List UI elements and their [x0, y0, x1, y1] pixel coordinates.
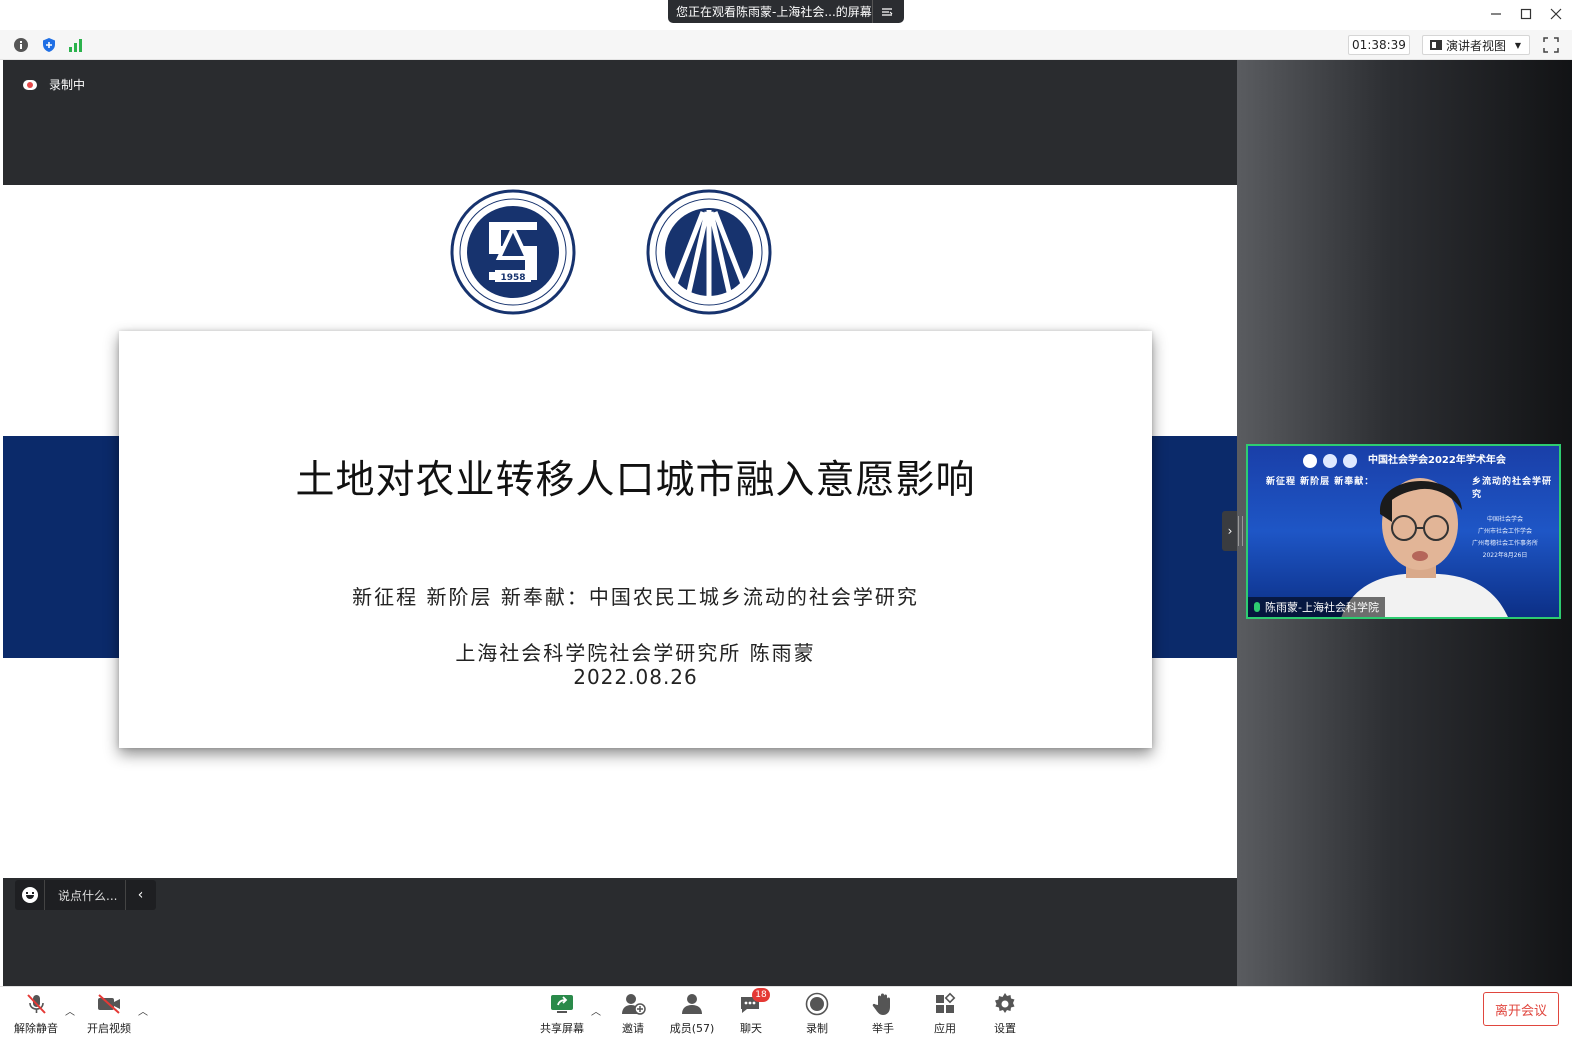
mic-muted-icon [23, 991, 49, 1017]
comment-placeholder[interactable]: 说点什么... [45, 887, 125, 904]
slide-title: 土地对农业转移人口城市融入意愿影响 [295, 458, 976, 503]
apps-label: 应用 [934, 1022, 956, 1035]
settings-label: 设置 [994, 1022, 1016, 1035]
unmute-label: 解除静音 [14, 1022, 58, 1035]
audio-options-caret-icon[interactable]: ︿ [65, 1003, 75, 1018]
emoji-icon[interactable] [15, 880, 45, 910]
meeting-info-toolbar [0, 30, 1572, 60]
invite-button[interactable]: 邀请 [614, 991, 652, 1037]
view-mode-label: 演讲者视图 [1446, 38, 1507, 53]
share-banner[interactable]: 您正在观看陈雨蒙-上海社会...的屏幕 [668, 0, 904, 23]
institute-of-sociology-logo [645, 188, 773, 316]
collapse-panel-chevron-icon[interactable]: › [1222, 511, 1238, 551]
members-label: 成员(57) [669, 1022, 715, 1035]
view-mode-dropdown[interactable]: 演讲者视图 ▼ [1422, 35, 1530, 55]
share-options-caret-icon[interactable]: ︿ [591, 1003, 601, 1018]
title-bar: 您正在观看陈雨蒙-上海社会...的屏幕 [0, 0, 1572, 30]
share-banner-text: 您正在观看陈雨蒙-上海社会...的屏幕 [676, 5, 872, 19]
signal-strength-icon[interactable] [68, 37, 84, 53]
chevron-down-icon: ▼ [1514, 40, 1521, 50]
record-icon [804, 991, 830, 1017]
record-label: 录制 [806, 1022, 828, 1035]
slide-subtitle: 新征程 新阶层 新奉献：中国农民工城乡流动的社会学研究 [352, 585, 919, 609]
security-shield-icon[interactable] [41, 37, 57, 53]
mic-active-icon [1254, 602, 1260, 612]
chat-label: 聊天 [740, 1022, 762, 1035]
invite-user-icon [620, 991, 646, 1017]
participant-video-image [1341, 478, 1508, 617]
members-button[interactable]: 成员(57) [668, 991, 716, 1037]
close-icon[interactable] [1546, 4, 1566, 24]
participant-video-tile[interactable]: 中国社会学会2022年学术年会 新征程 新阶层 新奉献： 乡流动的社会学研究 中… [1246, 444, 1561, 619]
share-screen-label: 共享屏幕 [540, 1022, 584, 1035]
start-video-button[interactable]: 开启视频 [84, 991, 134, 1037]
maximize-icon[interactable] [1516, 4, 1536, 24]
meeting-controls-bar: 解除静音 ︿ 开启视频 ︿ 共享屏幕 ︿ 邀请 成员(57) 聊天 录制 举手 … [0, 986, 1572, 1039]
speaker-view-icon [1430, 40, 1442, 50]
chat-unread-badge: 18 [752, 988, 770, 1002]
recording-label: 录制中 [49, 78, 86, 92]
minimize-icon[interactable] [1486, 4, 1506, 24]
chevron-left-icon[interactable]: ‹ [125, 880, 155, 910]
settings-button[interactable]: 设置 [990, 991, 1020, 1037]
share-screen-icon [549, 991, 575, 1017]
video-off-icon [96, 991, 122, 1017]
slide-title-card: 土地对农业转移人口城市融入意愿影响 新征程 新阶层 新奉献：中国农民工城乡流动的… [119, 331, 1152, 748]
apps-button[interactable]: 应用 [930, 991, 960, 1037]
meeting-timer: 01:38:39 [1348, 35, 1410, 55]
banner-menu-icon[interactable] [872, 0, 900, 23]
leave-meeting-button[interactable]: 离开会议 [1483, 992, 1559, 1026]
panel-resize-handle[interactable] [1238, 516, 1243, 546]
presentation-slide: 1958 土地对农业转移人口城市融入意愿影响 新征程 新阶层 新奉献：中国农民工… [3, 185, 1237, 878]
shared-screen-stage: 录制中 1958 土地对农业转移人口城市融入意愿影响 新征程 新阶层 新奉献：中… [3, 60, 1238, 986]
unmute-button[interactable]: 解除静音 [12, 991, 60, 1037]
raise-hand-icon [870, 991, 896, 1017]
raise-hand-button[interactable]: 举手 [868, 991, 898, 1037]
invite-label: 邀请 [622, 1022, 644, 1035]
slide-date: 2022.08.26 [573, 665, 698, 689]
participant-name: 陈雨蒙-上海社会科学院 [1265, 601, 1379, 614]
video-options-caret-icon[interactable]: ︿ [138, 1003, 148, 1018]
fullscreen-icon[interactable] [1542, 36, 1560, 54]
info-icon[interactable] [13, 37, 29, 53]
recording-status: 录制中 [23, 76, 85, 93]
gear-icon [992, 991, 1018, 1017]
sass-logo: 1958 [449, 188, 577, 316]
cloud-recording-icon [23, 79, 37, 90]
participant-name-tag: 陈雨蒙-上海社会科学院 [1248, 597, 1385, 617]
slide-author: 上海社会科学院社会学研究所 陈雨蒙 [455, 641, 816, 665]
sass-logo-year: 1958 [500, 273, 525, 283]
members-icon [679, 991, 705, 1017]
comment-input[interactable]: 说点什么... ‹ [15, 880, 156, 910]
apps-grid-icon [932, 991, 958, 1017]
share-screen-button[interactable]: 共享屏幕 [538, 991, 586, 1037]
record-button[interactable]: 录制 [802, 991, 832, 1037]
start-video-label: 开启视频 [87, 1022, 131, 1035]
raise-hand-label: 举手 [872, 1022, 894, 1035]
